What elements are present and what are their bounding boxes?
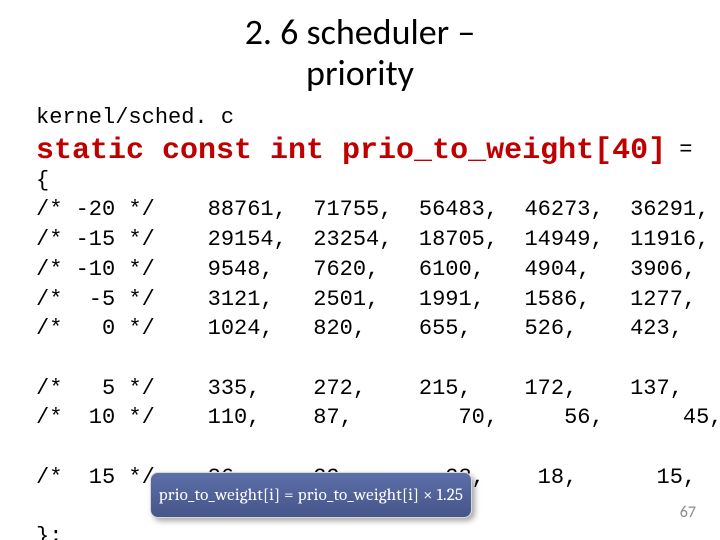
- title-line-2: priority: [306, 51, 414, 95]
- declaration-colored: static const int prio_to_weight[40]: [36, 134, 666, 168]
- code-row: /* -15 */ 29154, 23254, 18705, 14949, 11…: [36, 227, 709, 252]
- file-path: kernel/sched. c: [36, 105, 684, 130]
- declaration-eq: =: [666, 137, 692, 162]
- title-line-1: 2. 6 scheduler –: [245, 10, 476, 54]
- page-number: 67: [680, 503, 696, 522]
- slide: 2. 6 scheduler – priority kernel/sched. …: [0, 0, 720, 540]
- code-row: /* -10 */ 9548, 7620, 6100, 4904, 3906,: [36, 257, 696, 282]
- code-row: /* 0 */ 1024, 820, 655, 526, 423,: [36, 316, 683, 341]
- formula-text: prio_to_weight[i] = prio_to_weight[i] × …: [159, 486, 463, 505]
- declaration: static const int prio_to_weight[40] =: [36, 134, 684, 168]
- slide-title: 2. 6 scheduler – priority: [36, 12, 684, 95]
- code-row: /* 5 */ 335, 272, 215, 172, 137,: [36, 376, 683, 401]
- code-close: };: [36, 524, 62, 540]
- code-row: /* -5 */ 3121, 2501, 1991, 1586, 1277,: [36, 287, 696, 312]
- formula-callout: prio_to_weight[i] = prio_to_weight[i] × …: [150, 472, 472, 518]
- code-row: /* 10 */ 110, 87, 70, 56, 45,: [36, 405, 720, 430]
- code-row: /* -20 */ 88761, 71755, 56483, 46273, 36…: [36, 197, 709, 222]
